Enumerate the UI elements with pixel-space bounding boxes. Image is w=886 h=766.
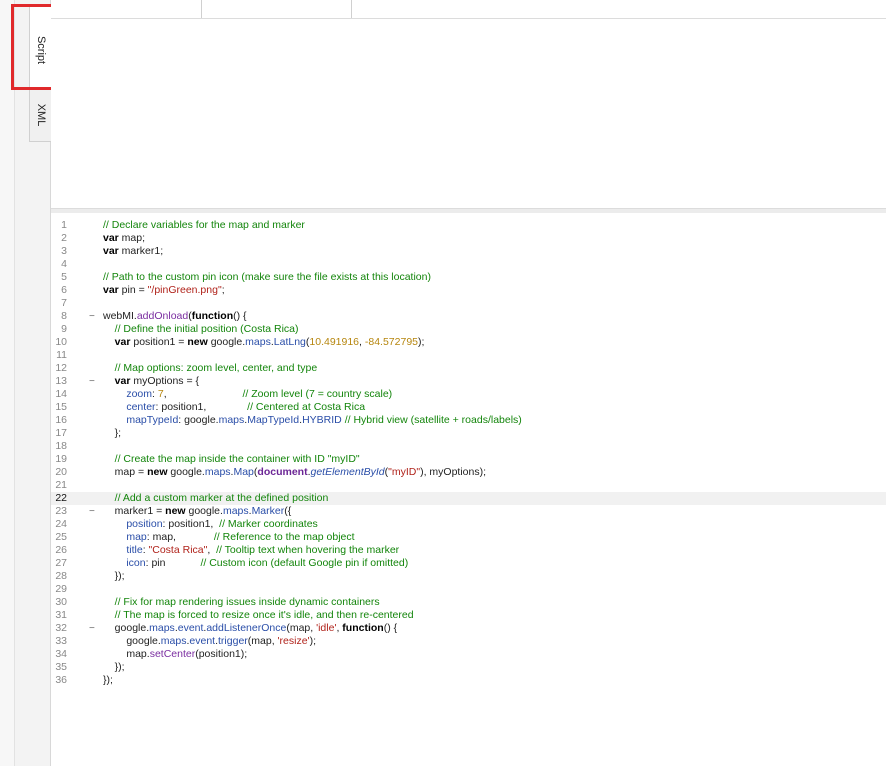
tab-xml-label: XML	[34, 103, 47, 127]
line-number: 13	[55, 375, 67, 387]
tab-script-label: Script	[34, 35, 47, 65]
code-line: 35 });	[51, 661, 886, 674]
line-number: 1	[61, 219, 67, 231]
line-number: 30	[55, 596, 67, 608]
code-line: 8− webMI.addOnload(function() {	[51, 310, 886, 323]
line-number: 31	[55, 609, 67, 621]
line-number: 26	[55, 544, 67, 556]
code-line: 1// Declare variables for the map and ma…	[51, 219, 886, 232]
line-number: 14	[55, 388, 67, 400]
tab-strip-gutter	[0, 0, 15, 766]
code-line: 2 var map;	[51, 232, 886, 245]
line-number: 22	[55, 492, 67, 504]
line-number: 16	[55, 414, 67, 426]
line-number: 9	[61, 323, 67, 335]
code-line: 14 zoom: 7, // Zoom level (7 = country s…	[51, 388, 886, 401]
tab-strip: Script XML	[0, 0, 51, 766]
code-line: 33 google.maps.event.trigger(map, 'resiz…	[51, 635, 886, 648]
code-line: 30 // Fix for map rendering issues insid…	[51, 596, 886, 609]
line-number: 27	[55, 557, 67, 569]
code-line: 12 // Map options: zoom level, center, a…	[51, 362, 886, 375]
line-number: 19	[55, 453, 67, 465]
code-line: 26 title: "Costa Rica", // Tooltip text …	[51, 544, 886, 557]
code-line: 19 // Create the map inside the containe…	[51, 453, 886, 466]
code-line: 18	[51, 440, 886, 453]
line-number: 18	[55, 440, 67, 452]
column-separator	[351, 0, 352, 18]
line-number: 20	[55, 466, 67, 478]
code-line: 32− google.maps.event.addListenerOnce(ma…	[51, 622, 886, 635]
code-line: 34 map.setCenter(position1);	[51, 648, 886, 661]
line-number: 12	[55, 362, 67, 374]
line-number: 21	[55, 479, 67, 491]
code-line: 27 icon: pin // Custom icon (default Goo…	[51, 557, 886, 570]
tab-script[interactable]: Script	[29, 6, 51, 94]
code-line: 24 position: position1, // Marker coordi…	[51, 518, 886, 531]
code-line: 28 });	[51, 570, 886, 583]
tab-xml[interactable]: XML	[29, 88, 51, 142]
code-line-active: 22 // Add a custom marker at the defined…	[51, 492, 886, 505]
code-line: 23− marker1 = new google.maps.Marker({	[51, 505, 886, 518]
code-line: 36});	[51, 674, 886, 687]
code-line: 5// Path to the custom pin icon (make su…	[51, 271, 886, 284]
line-number: 15	[55, 401, 67, 413]
code-line: 20 map = new google.maps.Map(document.ge…	[51, 466, 886, 479]
code-line: 31 // The map is forced to resize once i…	[51, 609, 886, 622]
line-number: 25	[55, 531, 67, 543]
code-line: 25 map: map, // Reference to the map obj…	[51, 531, 886, 544]
fold-toggle-icon[interactable]: −	[89, 310, 95, 323]
code-line: 7	[51, 297, 886, 310]
fold-toggle-icon[interactable]: −	[89, 505, 95, 518]
top-panel	[51, 0, 886, 208]
code-line: 10 var position1 = new google.maps.LatLn…	[51, 336, 886, 349]
top-header-row	[51, 0, 886, 19]
line-number: 3	[61, 245, 67, 257]
code-line: 11	[51, 349, 886, 362]
column-separator	[201, 0, 202, 18]
line-number: 10	[55, 336, 67, 348]
fold-toggle-icon[interactable]: −	[89, 622, 95, 635]
code-line: 3 var marker1;	[51, 245, 886, 258]
code-line: 17 };	[51, 427, 886, 440]
line-number: 29	[55, 583, 67, 595]
code-line: 15 center: position1, // Centered at Cos…	[51, 401, 886, 414]
code-line: 13− var myOptions = {	[51, 375, 886, 388]
code-line: 9 // Define the initial position (Costa …	[51, 323, 886, 336]
line-number: 36	[55, 674, 67, 686]
line-number: 23	[55, 505, 67, 517]
line-number: 11	[56, 349, 67, 361]
code-editor[interactable]: 1// Declare variables for the map and ma…	[51, 213, 886, 766]
line-number: 7	[61, 297, 67, 309]
line-number: 24	[55, 518, 67, 530]
line-number: 28	[55, 570, 67, 582]
line-number: 2	[61, 232, 67, 244]
fold-toggle-icon[interactable]: −	[89, 375, 95, 388]
line-number: 8	[61, 310, 67, 322]
line-number: 5	[61, 271, 67, 283]
code-line: 16 mapTypeId: google.maps.MapTypeId.HYBR…	[51, 414, 886, 427]
line-number: 35	[55, 661, 67, 673]
code-line: 21	[51, 479, 886, 492]
code-line: 4	[51, 258, 886, 271]
line-number: 33	[55, 635, 67, 647]
line-number: 6	[61, 284, 67, 296]
code-line: 6 var pin = "/pinGreen.png";	[51, 284, 886, 297]
line-number: 17	[55, 427, 67, 439]
line-number: 4	[61, 258, 67, 270]
line-number: 32	[55, 622, 67, 634]
code-line: 29	[51, 583, 886, 596]
line-number: 34	[55, 648, 67, 660]
